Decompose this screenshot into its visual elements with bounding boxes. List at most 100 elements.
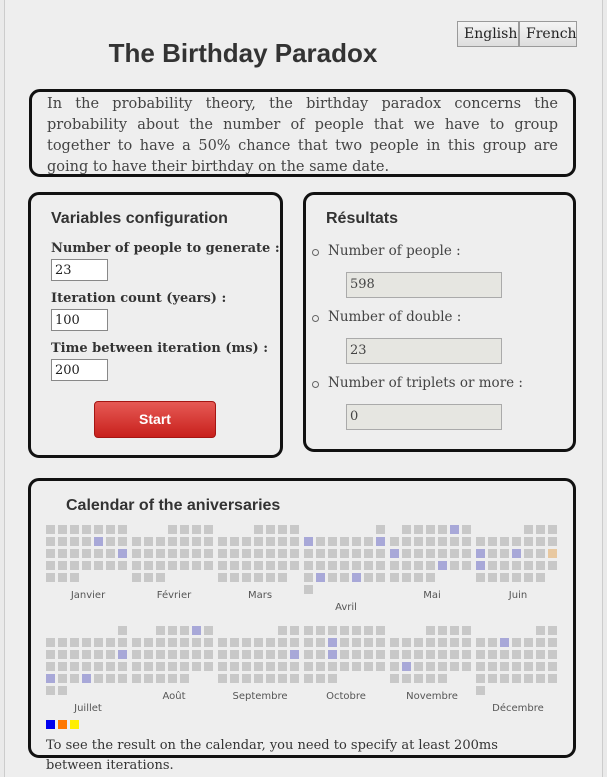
day-cell	[488, 573, 497, 582]
day-cell	[46, 674, 55, 683]
day-cell	[426, 650, 435, 659]
start-button[interactable]: Start	[94, 401, 216, 438]
delay-label: Time between iteration (ms) :	[51, 341, 269, 356]
day-cell	[58, 686, 67, 695]
day-cell	[512, 638, 521, 647]
day-cell	[536, 537, 545, 546]
day-cell	[266, 573, 275, 582]
day-cell	[376, 650, 385, 659]
day-cell	[426, 626, 435, 635]
day-cell	[254, 650, 263, 659]
day-cell	[70, 650, 79, 659]
day-cell	[118, 525, 127, 534]
day-cell	[204, 537, 213, 546]
day-cell	[132, 537, 141, 546]
day-cell	[278, 650, 287, 659]
day-cell	[242, 561, 251, 570]
day-cell	[414, 662, 423, 671]
day-cell	[488, 638, 497, 647]
day-cell	[278, 674, 287, 683]
people-input[interactable]	[51, 259, 108, 281]
day-cell	[402, 638, 411, 647]
triplets-count-label: Number of triplets or more :	[312, 375, 523, 391]
day-cell	[488, 650, 497, 659]
day-cell	[390, 674, 399, 683]
day-cell	[304, 674, 313, 683]
day-cell	[180, 537, 189, 546]
day-cell	[438, 650, 447, 659]
day-cell	[450, 549, 459, 558]
day-cell	[340, 549, 349, 558]
day-cell	[524, 650, 533, 659]
day-cell	[144, 537, 153, 546]
day-cell	[254, 674, 263, 683]
day-cell	[304, 662, 313, 671]
day-cell	[204, 549, 213, 558]
day-cell	[204, 650, 213, 659]
triplets-count-output: 0	[346, 404, 502, 430]
day-cell	[316, 549, 325, 558]
day-cell	[82, 650, 91, 659]
day-cell	[192, 662, 201, 671]
day-cell	[70, 537, 79, 546]
day-cell	[304, 585, 313, 594]
day-cell	[304, 626, 313, 635]
month-label: Octobre	[326, 691, 366, 702]
day-cell	[106, 525, 115, 534]
double-count-output: 23	[346, 338, 502, 364]
day-cell	[462, 626, 471, 635]
day-cell	[352, 662, 361, 671]
day-cell	[46, 525, 55, 534]
day-cell	[46, 638, 55, 647]
day-cell	[488, 674, 497, 683]
day-cell	[524, 549, 533, 558]
day-cell	[364, 638, 373, 647]
day-cell	[278, 573, 287, 582]
delay-input[interactable]	[51, 359, 108, 381]
day-cell	[192, 626, 201, 635]
config-heading: Variables configuration	[51, 210, 228, 227]
day-cell	[192, 549, 201, 558]
french-button[interactable]: French	[519, 21, 577, 47]
day-cell	[376, 537, 385, 546]
day-cell	[500, 674, 509, 683]
day-cell	[438, 662, 447, 671]
day-cell	[340, 626, 349, 635]
day-cell	[450, 638, 459, 647]
day-cell	[316, 561, 325, 570]
day-cell	[278, 626, 287, 635]
day-cell	[82, 638, 91, 647]
day-cell	[156, 674, 165, 683]
iterations-input[interactable]	[51, 309, 108, 331]
day-cell	[536, 549, 545, 558]
day-cell	[278, 561, 287, 570]
day-cell	[426, 561, 435, 570]
day-cell	[218, 561, 227, 570]
day-cell	[144, 650, 153, 659]
day-cell	[512, 549, 521, 558]
day-cell	[242, 573, 251, 582]
day-cell	[242, 662, 251, 671]
day-cell	[168, 549, 177, 558]
day-cell	[414, 573, 423, 582]
day-cell	[548, 674, 557, 683]
day-cell	[106, 638, 115, 647]
month-label: Septembre	[232, 691, 288, 702]
day-cell	[476, 561, 485, 570]
day-cell	[328, 626, 337, 635]
month-label: Mai	[423, 590, 441, 601]
day-cell	[132, 662, 141, 671]
iterations-label: Iteration count (years) :	[51, 291, 227, 306]
day-cell	[94, 662, 103, 671]
day-cell	[426, 674, 435, 683]
day-cell	[316, 537, 325, 546]
day-cell	[58, 561, 67, 570]
day-cell	[156, 549, 165, 558]
day-cell	[328, 573, 337, 582]
day-cell	[548, 561, 557, 570]
day-cell	[364, 561, 373, 570]
day-cell	[230, 662, 239, 671]
day-cell	[548, 626, 557, 635]
day-cell	[168, 525, 177, 534]
day-cell	[328, 662, 337, 671]
